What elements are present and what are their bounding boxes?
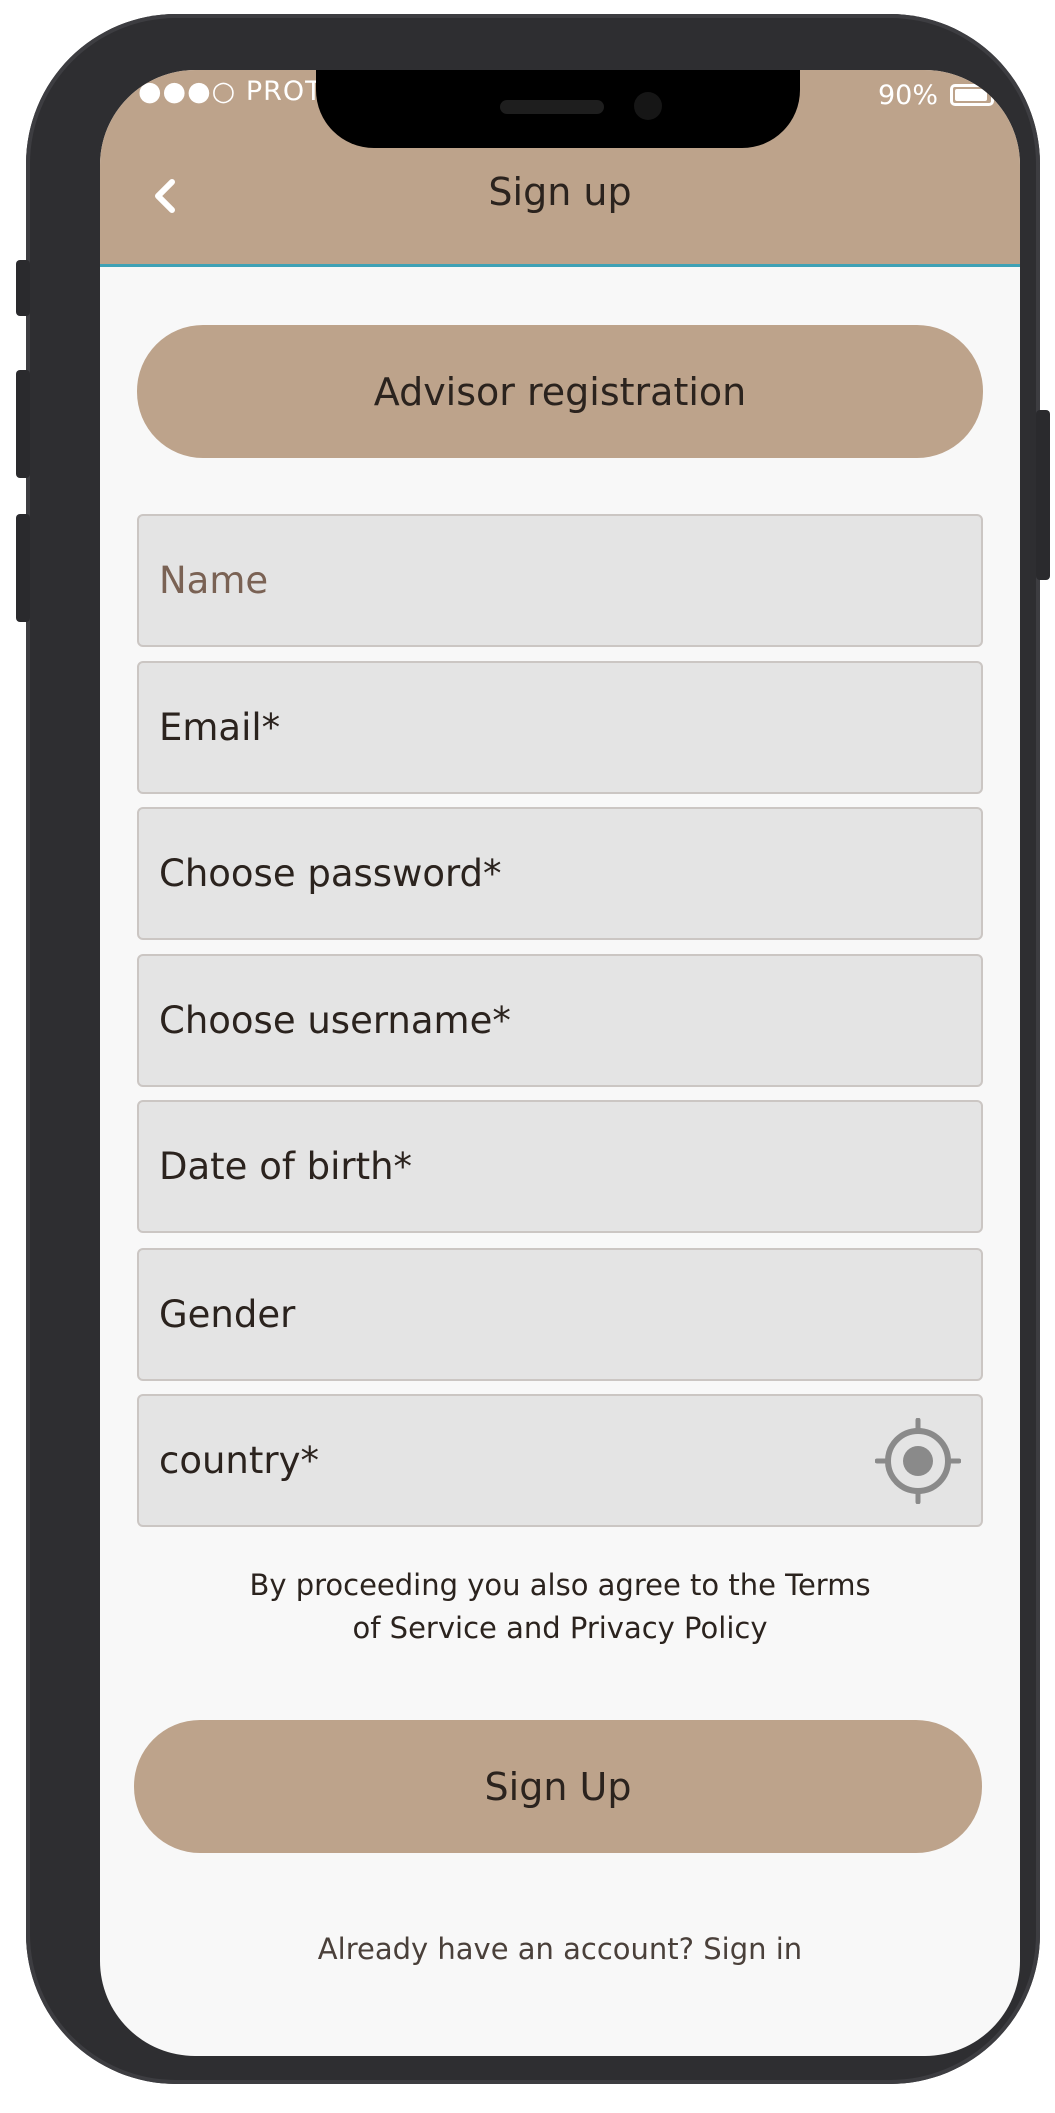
terms-notice: By proceeding you also agree to the Term…: [100, 1564, 1020, 1650]
device-notch: [316, 70, 800, 148]
username-label: Choose username*: [159, 999, 511, 1042]
battery-percent: 90%: [878, 80, 939, 111]
country-label: country*: [159, 1439, 319, 1482]
sign-up-button[interactable]: Sign Up: [134, 1720, 982, 1853]
password-label: Choose password*: [159, 852, 502, 895]
battery-icon: [950, 84, 994, 106]
volume-down-button: [16, 514, 30, 622]
country-field[interactable]: country*: [137, 1394, 983, 1527]
app-screen: ●●●○ PROTO 90% Sign up Advisor registrat…: [100, 70, 1020, 2056]
mute-switch: [16, 260, 30, 316]
gender-label: Gender: [159, 1293, 296, 1336]
advisor-registration-button[interactable]: Advisor registration: [137, 325, 983, 458]
password-field[interactable]: Choose password*: [137, 807, 983, 940]
power-button: [1036, 410, 1050, 580]
name-placeholder: Name: [159, 559, 269, 602]
phone-frame: ●●●○ PROTO 90% Sign up Advisor registrat…: [16, 14, 1050, 2084]
name-field[interactable]: Name: [137, 514, 983, 647]
nav-header: ●●●○ PROTO 90% Sign up: [100, 70, 1020, 267]
front-camera: [634, 92, 662, 120]
page-title: Sign up: [488, 170, 632, 214]
terms-line-1: By proceeding you also agree to the Term…: [249, 1568, 871, 1602]
email-field[interactable]: Email*: [137, 661, 983, 794]
email-label: Email*: [159, 706, 281, 749]
username-field[interactable]: Choose username*: [137, 954, 983, 1087]
carrier-signal: ●●●○ PROTO: [138, 76, 345, 107]
speaker-grille: [500, 100, 604, 114]
location-target-icon[interactable]: [875, 1418, 961, 1504]
date-of-birth-label: Date of birth*: [159, 1145, 413, 1188]
terms-line-2: of Service and Privacy Policy: [352, 1611, 768, 1645]
date-of-birth-field[interactable]: Date of birth*: [137, 1100, 983, 1233]
sign-in-link[interactable]: Already have an account? Sign in: [100, 1932, 1020, 1966]
gender-field[interactable]: Gender: [137, 1248, 983, 1381]
volume-up-button: [16, 370, 30, 478]
